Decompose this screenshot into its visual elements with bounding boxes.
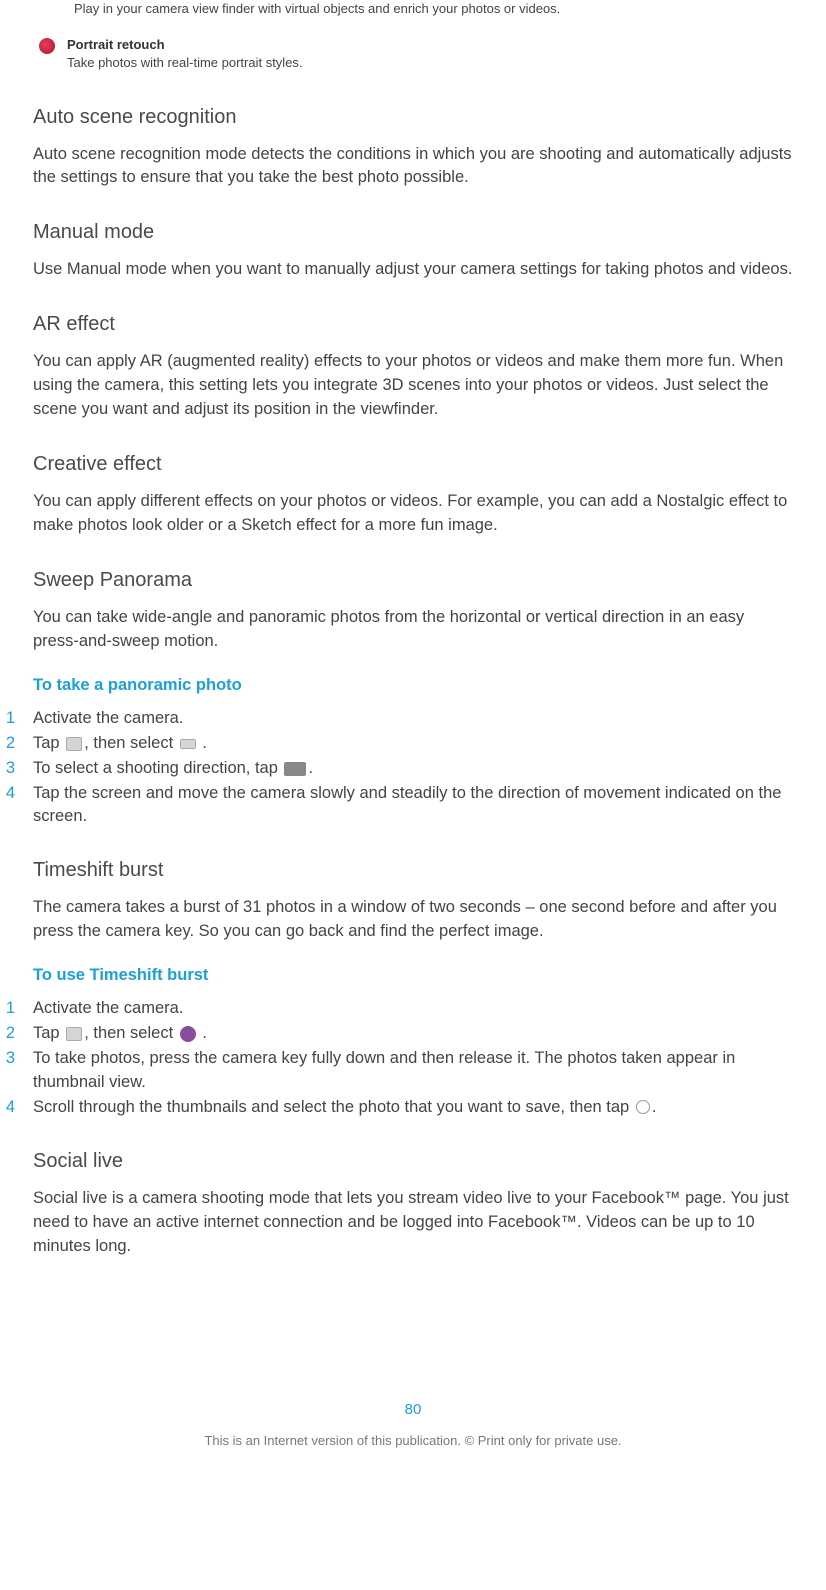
step-number: 3 (3, 757, 15, 780)
camera-mode-icon (66, 1027, 82, 1041)
steps-panoramic: 1 Activate the camera. 2 Tap , then sele… (33, 707, 793, 828)
step-number: 4 (3, 782, 15, 805)
page-number: 80 (33, 1399, 793, 1420)
step-item: 2 Tap , then select . (33, 732, 793, 755)
step-text: Tap , then select . (33, 1022, 793, 1045)
body-sweep-panorama: You can take wide-angle and panoramic ph… (33, 606, 793, 654)
step-number: 4 (3, 1096, 15, 1119)
step-text: To take photos, press the camera key ful… (33, 1047, 793, 1093)
step-number: 1 (3, 997, 15, 1020)
step-item: 1 Activate the camera. (33, 707, 793, 730)
step-item: 3 To take photos, press the camera key f… (33, 1047, 793, 1093)
heading-timeshift-burst: Timeshift burst (33, 856, 793, 884)
step-item: 3 To select a shooting direction, tap . (33, 757, 793, 780)
intro-text: Play in your camera view finder with vir… (74, 0, 793, 18)
direction-arrow-icon (284, 762, 306, 776)
step-text: Scroll through the thumbnails and select… (33, 1096, 793, 1119)
step-text: To select a shooting direction, tap . (33, 757, 793, 780)
procedure-heading-panoramic: To take a panoramic photo (33, 674, 793, 697)
step-number: 1 (3, 707, 15, 730)
feature-title: Portrait retouch (67, 36, 793, 54)
body-creative-effect: You can apply different effects on your … (33, 490, 793, 538)
steps-timeshift: 1 Activate the camera. 2 Tap , then sele… (33, 997, 793, 1118)
body-manual-mode: Use Manual mode when you want to manuall… (33, 258, 793, 282)
step-item: 4 Scroll through the thumbnails and sele… (33, 1096, 793, 1119)
step-item: 2 Tap , then select . (33, 1022, 793, 1045)
step-item: 1 Activate the camera. (33, 997, 793, 1020)
body-social-live: Social live is a camera shooting mode th… (33, 1187, 793, 1259)
heading-manual-mode: Manual mode (33, 218, 793, 246)
panorama-icon (180, 739, 196, 749)
portrait-retouch-icon (39, 38, 55, 54)
step-text: Tap the screen and move the camera slowl… (33, 782, 793, 828)
step-number: 2 (3, 1022, 15, 1045)
save-check-icon (636, 1100, 650, 1114)
feature-desc: Take photos with real-time portrait styl… (67, 54, 793, 72)
body-timeshift-burst: The camera takes a burst of 31 photos in… (33, 896, 793, 944)
procedure-heading-timeshift: To use Timeshift burst (33, 964, 793, 987)
step-number: 3 (3, 1047, 15, 1070)
heading-sweep-panorama: Sweep Panorama (33, 566, 793, 594)
step-item: 4 Tap the screen and move the camera slo… (33, 782, 793, 828)
body-ar-effect: You can apply AR (augmented reality) eff… (33, 350, 793, 422)
heading-social-live: Social live (33, 1147, 793, 1175)
footer-text: This is an Internet version of this publ… (33, 1432, 793, 1450)
step-number: 2 (3, 732, 15, 755)
camera-mode-icon (66, 737, 82, 751)
timeshift-icon (180, 1026, 196, 1042)
heading-creative-effect: Creative effect (33, 450, 793, 478)
step-text: Activate the camera. (33, 707, 793, 730)
body-auto-scene: Auto scene recognition mode detects the … (33, 143, 793, 191)
step-text: Tap , then select . (33, 732, 793, 755)
heading-ar-effect: AR effect (33, 310, 793, 338)
feature-portrait-retouch: Portrait retouch Take photos with real-t… (33, 36, 793, 72)
step-text: Activate the camera. (33, 997, 793, 1020)
heading-auto-scene: Auto scene recognition (33, 103, 793, 131)
